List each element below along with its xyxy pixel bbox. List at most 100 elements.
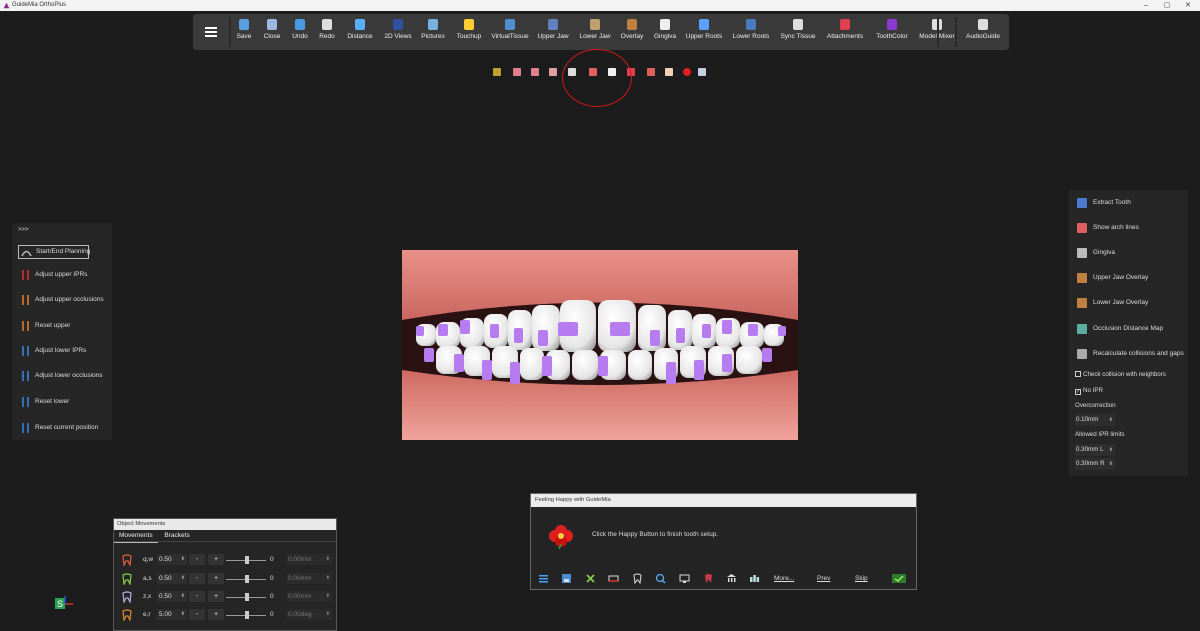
slider-value: 0 [270,611,274,618]
increase-button[interactable]: + [208,609,224,620]
planning-item-label: Adjust lower occlusions [35,372,103,379]
toolbar-virtualtissue-button[interactable]: VirtualTissue [489,18,531,48]
decrease-button[interactable]: - [189,609,205,620]
ipr-limit-right-field[interactable]: 0.30mm R ⬍ [1075,458,1115,470]
dental-model-viewport[interactable] [402,250,798,440]
step-field[interactable]: 0.50 ⬍ [157,554,187,565]
planning-panel: >>> Start/End Planning Adjust upper IPRs A… [12,223,112,440]
ipr-limits-label: Allowed IPR limits [1075,431,1125,438]
screen-icon[interactable] [679,573,690,584]
check-collision-checkbox[interactable]: Check collision with neighbors [1075,370,1166,380]
upper-overlay-icon [1077,273,1087,283]
toolbar-lower-roots-button[interactable]: Lower Roots [730,18,772,48]
toolbar-divider [937,17,939,47]
amount-field[interactable]: 0.00mm ⬍ [286,554,332,565]
toolbar-toothcolor-button[interactable]: ToothColor [872,18,912,48]
slider-handle[interactable] [245,556,249,564]
toolbar-close-button[interactable]: Close [259,18,285,48]
title-bar: GuideMia OrthoPlus – ▢ ✕ [0,0,1200,11]
step-field[interactable]: 5.00 ⬍ [157,609,187,620]
distance-map-icon [1077,324,1087,334]
ipr-lower-icon [22,346,29,356]
maximize-button[interactable]: ▢ [1162,0,1172,11]
step-field[interactable]: 0.50 ⬍ [157,591,187,602]
toolbar-audioguide-button[interactable]: AudioGuide [963,18,1003,48]
amount-field[interactable]: 0.00deg ⬍ [286,609,332,620]
fit-view-icon[interactable] [697,67,707,77]
increase-button[interactable]: + [208,573,224,584]
toolbar-label: AudioGuide [966,33,1000,40]
panel-toggle[interactable]: >>> [18,227,29,233]
red-dot-icon[interactable] [682,67,692,77]
minimize-button[interactable]: – [1141,0,1151,11]
toolbar-upper-jaw-button[interactable]: Upper Jaw [534,18,572,48]
hamburger-menu-button[interactable] [197,18,225,46]
toolbar-label: Sync Tissue [780,33,816,40]
step-field[interactable]: 0.50 ⬍ [157,573,187,584]
toolbar-label: Redo [319,33,335,40]
amount-field[interactable]: 0.00mm ⬍ [286,573,332,584]
teeth-row-icon[interactable] [749,573,760,584]
split-view-icon[interactable] [548,67,558,77]
toolbar-lower-jaw-button[interactable]: Lower Jaw [576,18,614,48]
toolbar-gingiva-button[interactable]: Gingiva [651,18,679,48]
toolbar-undo-button[interactable]: Undo [287,18,313,48]
tooth-icon[interactable] [632,573,643,584]
decrease-button[interactable]: - [189,554,205,565]
tab-movements[interactable]: Movements [114,530,158,543]
arch-up-icon[interactable] [646,67,656,77]
prev-link[interactable]: Prev [817,575,830,582]
planning-item-label: Reset upper [35,322,71,329]
toolbar-distance-button[interactable]: Distance [344,18,376,48]
amount-field[interactable]: 0.00mm ⬍ [286,591,332,602]
front-view-icon[interactable] [492,67,502,77]
tab-brackets[interactable]: Brackets [159,530,194,542]
more-link[interactable]: More... [774,575,794,582]
toolbar-overlay-button[interactable]: Overlay [618,18,646,48]
happy-dialog-title: Feeling Happy with GuideMia [531,494,916,507]
right-view-icon[interactable] [530,67,540,77]
toolbar-sync-tissue-button[interactable]: Sync Tissue [778,18,818,48]
decrease-button[interactable]: - [189,591,205,602]
extract-tooth-icon [1077,198,1087,208]
overcorrection-field[interactable]: 0.10mm ⬍ [1075,414,1115,426]
increase-button[interactable]: + [208,554,224,565]
toolbar-save-button[interactable]: Save [231,18,257,48]
planning-start-end-planning-button[interactable]: Start/End Planning [18,245,90,259]
slider-handle[interactable] [245,575,249,583]
toolbar-upper-roots-button[interactable]: Upper Roots [684,18,724,48]
tools-icon[interactable] [585,573,596,584]
toolbar-pictures-button[interactable]: Pictures [417,18,449,48]
tooth-color-icon[interactable] [703,573,714,584]
menu-icon[interactable] [538,573,549,584]
bank-icon[interactable] [726,573,737,584]
toolbar-2d-views-button[interactable]: 2D Views [381,18,415,48]
hand-icon[interactable] [664,67,674,77]
increase-button[interactable]: + [208,591,224,602]
decrease-button[interactable]: - [189,573,205,584]
toolbar-attachments-button[interactable]: Attachments [824,18,866,48]
overcorrection-label: Overcorrection [1075,402,1116,409]
occlusion-upper-icon [22,295,29,305]
toolbar-redo-button[interactable]: Redo [314,18,340,48]
no-ipr-checkbox[interactable]: ✓ No IPR [1075,386,1103,396]
close-window-button[interactable]: ✕ [1183,0,1193,11]
slider-handle[interactable] [245,611,249,619]
save-icon [239,19,249,30]
save-icon[interactable] [561,573,572,584]
happy-flower-icon[interactable] [547,522,575,550]
touchup-icon [464,19,474,30]
tool-item-label: Occlusion Distance Map [1093,325,1164,332]
tool-item-label: Upper Jaw Overlay [1093,274,1149,281]
toolbar-touchup-button[interactable]: Touchup [452,18,486,48]
search-tooth-icon[interactable] [655,573,666,584]
upper-roots-icon [699,19,709,30]
left-view-icon[interactable] [512,67,522,77]
arch-line-icon[interactable] [608,573,619,584]
skip-link[interactable]: Skip [855,575,868,582]
finish-icon[interactable] [891,573,907,584]
ipr-limit-left-field[interactable]: 0.30mm L ⬍ [1075,444,1115,456]
slider-handle[interactable] [245,593,249,601]
toolbar-label: Distance [347,33,373,40]
overlay-icon [627,19,637,30]
